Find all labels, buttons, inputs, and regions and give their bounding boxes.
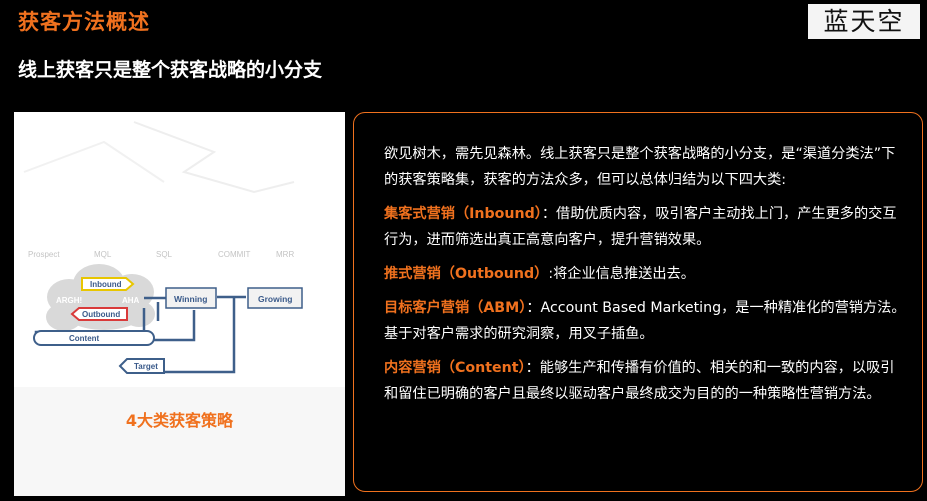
- content-label: Content: [69, 334, 100, 343]
- stage-label-commit: COMMIT: [218, 250, 251, 259]
- strategy-abm: 目标客户营销（ABM）：Account Based Marketing，是一种精…: [384, 295, 908, 347]
- growing-label: Growing: [258, 294, 292, 304]
- cloud-label-aha: AHA: [122, 296, 140, 305]
- page-title: 获客方法概述: [18, 10, 150, 34]
- strategy-outbound: 推式营销（Outbound）:将企业信息推送出去。: [384, 261, 908, 287]
- strategy-diagram: Prospect MQL SQL COMMIT MRR ARGH! AHA In…: [14, 112, 345, 496]
- page-subtitle: 线上获客只是整个获客战略的小分支: [18, 59, 323, 81]
- stage-label-mql: MQL: [94, 250, 112, 259]
- strategy-outbound-text: :将企业信息推送出去。: [548, 266, 695, 282]
- strategy-inbound: 集客式营销（Inbound）：借助优质内容，吸引客户主动找上门，产生更多的交互行…: [384, 201, 908, 253]
- stage-label-mrr: MRR: [276, 250, 294, 259]
- cloud-label-argh: ARGH!: [56, 296, 82, 305]
- description-card: 欲见树木，需先见森林。线上获客只是整个获客战略的小分支，是“渠道分类法”下的获客…: [353, 112, 923, 492]
- outbound-label: Outbound: [82, 310, 120, 319]
- diagram-caption: 4大类获客策略: [125, 411, 234, 430]
- brand-logo: 蓝天空: [808, 4, 920, 39]
- stage-label-prospect: Prospect: [28, 250, 60, 259]
- strategy-abm-label: 目标客户营销（ABM）: [384, 300, 527, 316]
- target-label: Target: [134, 362, 158, 371]
- winning-label: Winning: [174, 294, 207, 304]
- funnel-diagram-svg: Prospect MQL SQL COMMIT MRR ARGH! AHA In…: [14, 112, 345, 496]
- stage-label-sql: SQL: [156, 250, 173, 259]
- strategy-content: 内容营销（Content）：能够生产和传播有价值的、相关的和一致的内容，以吸引和…: [384, 355, 908, 407]
- intro-paragraph: 欲见树木，需先见森林。线上获客只是整个获客战略的小分支，是“渠道分类法”下的获客…: [384, 146, 896, 188]
- strategy-outbound-label: 推式营销（Outbound）: [384, 266, 549, 282]
- card-text: 欲见树木，需先见森林。线上获客只是整个获客战略的小分支，是“渠道分类法”下的获客…: [384, 141, 908, 415]
- strategy-content-label: 内容营销（Content）: [384, 360, 526, 376]
- strategy-inbound-label: 集客式营销（Inbound）: [384, 206, 542, 222]
- inbound-label: Inbound: [90, 280, 122, 289]
